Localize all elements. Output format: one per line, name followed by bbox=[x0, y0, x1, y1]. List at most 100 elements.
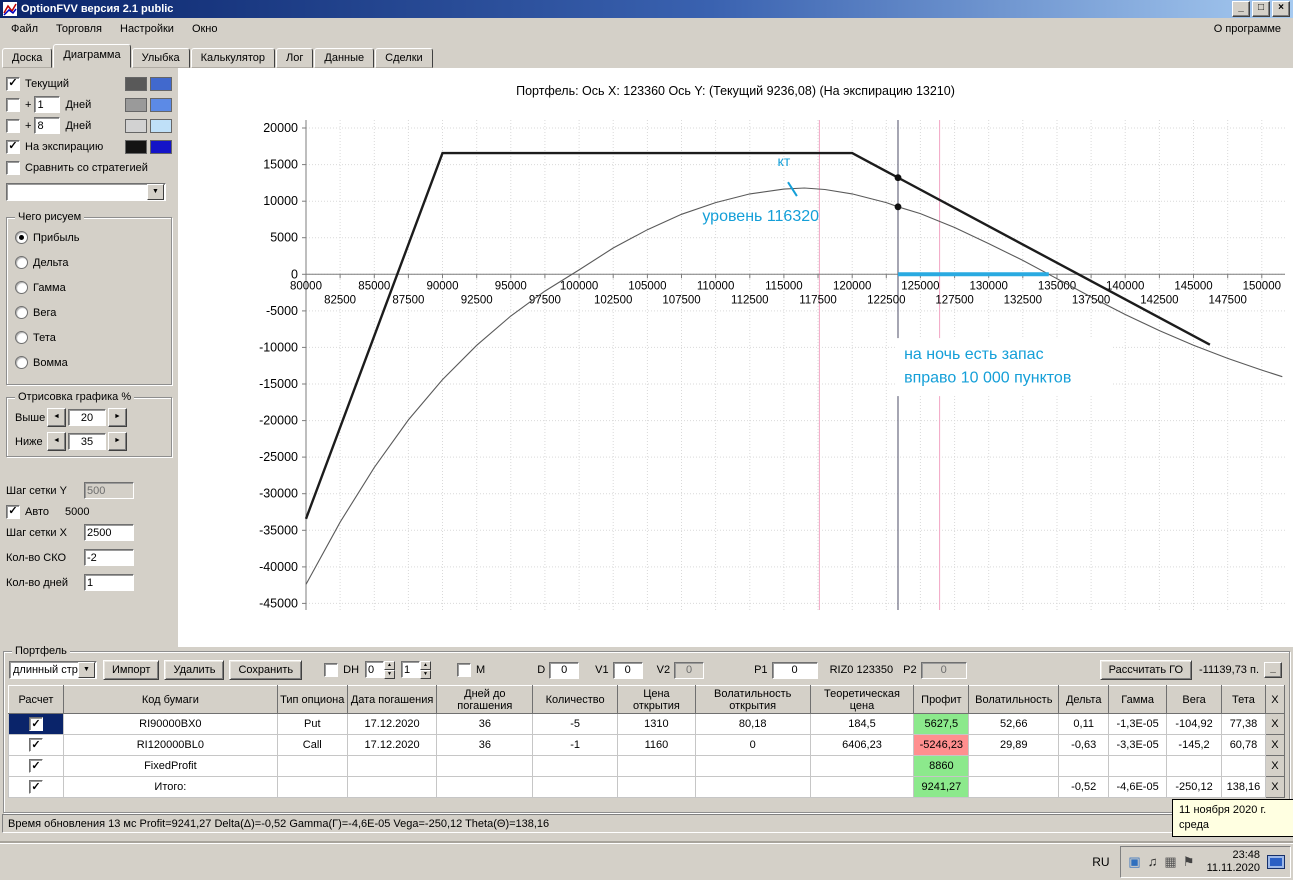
row-enabled-checkbox[interactable] bbox=[28, 738, 43, 752]
spin-up-icon[interactable]: ▲ bbox=[420, 661, 432, 670]
cell-open-price[interactable]: 1160 bbox=[617, 734, 696, 756]
tab-smile[interactable]: Улыбка bbox=[131, 48, 190, 68]
cell-days-to-expiry[interactable] bbox=[436, 755, 534, 777]
dh-spinner-2[interactable]: ▲▼ bbox=[401, 661, 432, 679]
cell-delta[interactable]: 0,11 bbox=[1058, 713, 1110, 735]
cell-volatility[interactable] bbox=[968, 755, 1060, 777]
cell-open-price[interactable] bbox=[617, 755, 696, 777]
above-increase-button[interactable]: ► bbox=[108, 408, 127, 427]
cell-expiry-date[interactable]: 17.12.2020 bbox=[346, 734, 438, 756]
grid-y-input[interactable] bbox=[84, 482, 134, 499]
close-button[interactable]: × bbox=[1272, 1, 1290, 17]
cell-open-price[interactable] bbox=[617, 776, 696, 798]
expiration-color2-swatch[interactable] bbox=[150, 139, 172, 154]
cell-code[interactable]: RI120000BL0 bbox=[62, 734, 278, 756]
col-days-to-expiry[interactable]: Дней до погашения bbox=[436, 685, 534, 714]
cell-delta[interactable]: -0,63 bbox=[1058, 734, 1110, 756]
sko-input[interactable] bbox=[84, 549, 134, 566]
tab-calculator[interactable]: Калькулятор bbox=[190, 48, 276, 68]
menu-window[interactable]: Окно bbox=[183, 19, 227, 39]
cell-option-type[interactable] bbox=[276, 776, 348, 798]
tab-deals[interactable]: Сделки bbox=[375, 48, 433, 68]
spin-down-icon[interactable]: ▼ bbox=[420, 670, 432, 679]
cell-open-price[interactable]: 1310 bbox=[617, 713, 696, 735]
current-checkbox[interactable] bbox=[6, 76, 20, 91]
days8-input[interactable] bbox=[34, 117, 61, 134]
maximize-button[interactable]: □ bbox=[1252, 1, 1270, 17]
below-increase-button[interactable]: ► bbox=[108, 432, 127, 451]
days-count-input[interactable] bbox=[84, 574, 134, 591]
chevron-down-icon[interactable]: ▼ bbox=[78, 662, 95, 678]
days8-checkbox[interactable] bbox=[6, 118, 20, 133]
dh-checkbox[interactable] bbox=[324, 663, 339, 677]
menu-about[interactable]: О программе bbox=[1204, 19, 1291, 39]
col-remove[interactable]: X bbox=[1264, 685, 1286, 714]
network-monitor-icon[interactable] bbox=[1267, 855, 1285, 869]
flag-icon[interactable]: ⚑ bbox=[1180, 854, 1198, 870]
cell-quantity[interactable]: -1 bbox=[532, 734, 619, 756]
col-calc[interactable]: Расчет bbox=[8, 685, 64, 714]
dh-spinner-2-input[interactable] bbox=[401, 661, 421, 678]
dh-spinner-1[interactable]: ▲▼ bbox=[365, 661, 396, 679]
col-profit[interactable]: Профит bbox=[913, 685, 970, 714]
taskbar-clock[interactable]: 23:48 11.11.2020 bbox=[1207, 849, 1260, 875]
col-vega[interactable]: Вега bbox=[1166, 685, 1222, 714]
col-volatility[interactable]: Волатильность bbox=[968, 685, 1060, 714]
vomma-radio[interactable] bbox=[15, 356, 28, 369]
col-gamma[interactable]: Гамма bbox=[1108, 685, 1168, 714]
cell-option-type[interactable] bbox=[276, 755, 348, 777]
chart-app-tray-icon[interactable]: ▣ bbox=[1126, 854, 1144, 870]
row-enabled-checkbox[interactable] bbox=[28, 759, 43, 773]
cell-option-type[interactable]: Call bbox=[276, 734, 348, 756]
above-percent-input[interactable] bbox=[68, 409, 106, 426]
draw-option-theta[interactable]: Тета bbox=[15, 330, 163, 345]
cell-theor-price[interactable]: 184,5 bbox=[809, 713, 915, 735]
cell-expiry-date[interactable] bbox=[346, 776, 438, 798]
cell-vega[interactable]: -250,12 bbox=[1166, 776, 1222, 798]
remove-row-button[interactable]: X bbox=[1264, 755, 1286, 777]
dh-spinner-1-input[interactable] bbox=[365, 661, 385, 678]
tab-log[interactable]: Лог bbox=[276, 48, 314, 68]
minimize-button[interactable]: _ bbox=[1232, 1, 1250, 17]
tab-diagram[interactable]: Диаграмма bbox=[53, 44, 131, 68]
v1-input[interactable] bbox=[612, 661, 643, 679]
display-tray-icon[interactable]: ▦ bbox=[1162, 854, 1180, 870]
strategy-compare-select[interactable]: ▼ bbox=[6, 183, 166, 201]
import-button[interactable]: Импорт bbox=[103, 660, 160, 680]
collapse-button[interactable]: _ bbox=[1264, 662, 1282, 678]
cell-open-volatility[interactable]: 0 bbox=[694, 734, 811, 756]
days1-color1-swatch[interactable] bbox=[125, 97, 147, 112]
draw-option-delta[interactable]: Дельта bbox=[15, 255, 163, 270]
below-decrease-button[interactable]: ◄ bbox=[47, 432, 66, 451]
cell-theor-price[interactable] bbox=[809, 755, 915, 777]
theta-radio[interactable] bbox=[15, 331, 28, 344]
language-indicator[interactable]: RU bbox=[1082, 855, 1119, 869]
cell-expiry-date[interactable] bbox=[346, 755, 438, 777]
p1-input[interactable] bbox=[771, 661, 818, 679]
chevron-down-icon[interactable]: ▼ bbox=[147, 184, 164, 200]
remove-row-button[interactable]: X bbox=[1264, 776, 1286, 798]
row-enabled-checkbox[interactable] bbox=[28, 717, 43, 731]
cell-code[interactable]: FixedProfit bbox=[62, 755, 278, 777]
cell-calc[interactable] bbox=[8, 734, 64, 756]
cell-days-to-expiry[interactable]: 36 bbox=[436, 734, 534, 756]
cell-quantity[interactable] bbox=[532, 755, 619, 777]
days1-input[interactable] bbox=[34, 96, 61, 113]
cell-gamma[interactable]: -4,6E-05 bbox=[1108, 776, 1168, 798]
days1-color2-swatch[interactable] bbox=[150, 97, 172, 112]
col-expiry-date[interactable]: Дата погашения bbox=[346, 685, 438, 714]
v2-input[interactable] bbox=[674, 661, 705, 679]
cell-calc[interactable] bbox=[8, 755, 64, 777]
cell-profit[interactable]: 5627,5 bbox=[913, 713, 970, 735]
cell-theor-price[interactable] bbox=[809, 776, 915, 798]
draw-option-vega[interactable]: Вега bbox=[15, 305, 163, 320]
current-color1-swatch[interactable] bbox=[125, 76, 147, 91]
cell-delta[interactable]: -0,52 bbox=[1058, 776, 1110, 798]
cell-theta[interactable]: 138,16 bbox=[1220, 776, 1266, 798]
profit-radio[interactable] bbox=[15, 231, 28, 244]
p2-input[interactable] bbox=[920, 661, 967, 679]
volume-icon[interactable]: ♫ bbox=[1144, 854, 1162, 870]
days8-color2-swatch[interactable] bbox=[150, 118, 172, 133]
compare-strategy-checkbox[interactable] bbox=[6, 160, 20, 175]
cell-delta[interactable] bbox=[1058, 755, 1110, 777]
